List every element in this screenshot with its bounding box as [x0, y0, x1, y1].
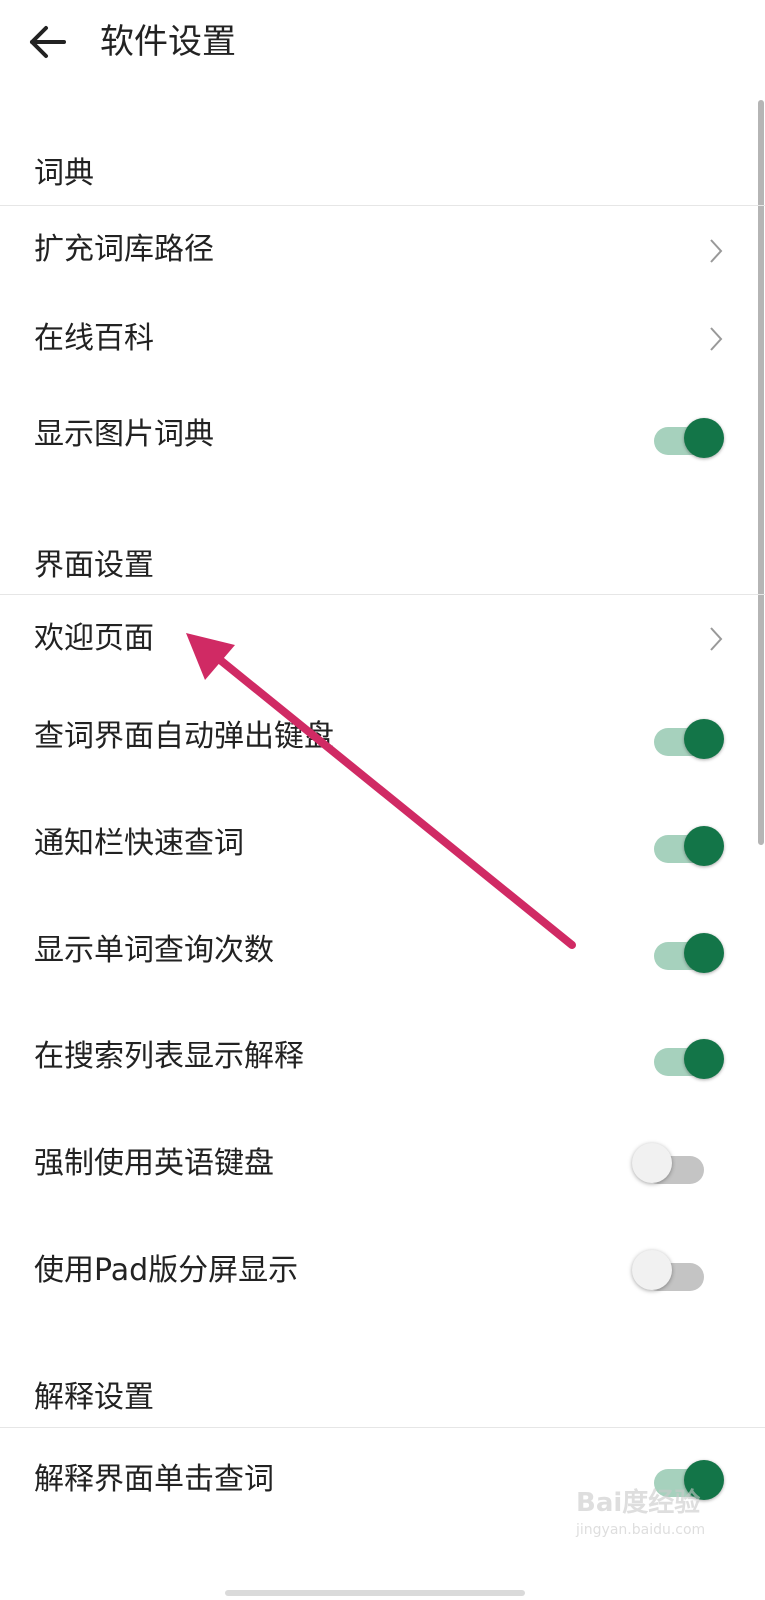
chevron-right-icon — [710, 327, 723, 351]
settings-item-label: 扩充词库路径 — [34, 232, 214, 267]
toggle-switch[interactable] — [632, 1141, 730, 1187]
app-header: 软件设置 — [0, 0, 765, 90]
switch-knob — [684, 1039, 724, 1079]
settings-item-extend-dict-path[interactable]: 扩充词库路径 — [0, 205, 765, 295]
settings-item-notification-lookup[interactable]: 通知栏快速查词 — [0, 797, 765, 897]
switch-knob — [684, 719, 724, 759]
toggle-switch[interactable] — [650, 414, 730, 460]
watermark-logo: Bai度经验 jingyan.baidu.com — [576, 1482, 756, 1552]
switch-knob — [684, 418, 724, 458]
settings-item-show-image-dict[interactable]: 显示图片词典 — [0, 390, 765, 485]
settings-item-label: 在搜索列表显示解释 — [34, 1039, 304, 1074]
watermark-text: Bai度经验 — [576, 1488, 701, 1518]
settings-item-label: 解释界面单击查词 — [34, 1462, 274, 1497]
switch-knob — [684, 826, 724, 866]
switch-knob — [632, 1143, 672, 1183]
section-title-interface: 界面设置 — [34, 548, 154, 583]
settings-item-label: 显示图片词典 — [34, 417, 214, 452]
settings-item-welcome-page[interactable]: 欢迎页面 — [0, 594, 765, 689]
settings-item-label: 欢迎页面 — [34, 621, 154, 656]
settings-item-force-english-keyboard[interactable]: 强制使用英语键盘 — [0, 1117, 765, 1217]
settings-item-label: 在线百科 — [34, 321, 154, 356]
switch-knob — [632, 1250, 672, 1290]
toggle-switch[interactable] — [650, 929, 730, 975]
settings-item-lookup-count[interactable]: 显示单词查询次数 — [0, 904, 765, 1004]
toggle-switch[interactable] — [650, 1035, 730, 1081]
settings-item-label: 查词界面自动弹出键盘 — [34, 719, 334, 754]
settings-item-label: 显示单词查询次数 — [34, 933, 274, 968]
settings-item-online-encyclopedia[interactable]: 在线百科 — [0, 295, 765, 385]
settings-item-label: 强制使用英语键盘 — [34, 1146, 274, 1181]
arrow-left-icon — [30, 26, 66, 58]
watermark-subtext: jingyan.baidu.com — [576, 1522, 706, 1538]
page-title: 软件设置 — [100, 22, 236, 62]
settings-item-pad-split-screen[interactable]: 使用Pad版分屏显示 — [0, 1224, 765, 1324]
section-title-explanation: 解释设置 — [34, 1380, 154, 1415]
chevron-right-icon — [710, 627, 723, 651]
section-title-dictionary: 词典 — [34, 156, 94, 191]
settings-item-label: 通知栏快速查词 — [34, 826, 244, 861]
back-button[interactable] — [24, 18, 72, 66]
divider — [0, 1427, 765, 1428]
settings-item-search-explain[interactable]: 在搜索列表显示解释 — [0, 1010, 765, 1110]
toggle-switch[interactable] — [650, 822, 730, 868]
toggle-switch[interactable] — [650, 715, 730, 761]
toggle-switch[interactable] — [632, 1248, 730, 1294]
switch-knob — [684, 933, 724, 973]
settings-item-auto-keyboard[interactable]: 查词界面自动弹出键盘 — [0, 690, 765, 790]
bottom-handle — [225, 1590, 525, 1596]
settings-item-label: 使用Pad版分屏显示 — [34, 1253, 299, 1288]
chevron-right-icon — [710, 239, 723, 263]
